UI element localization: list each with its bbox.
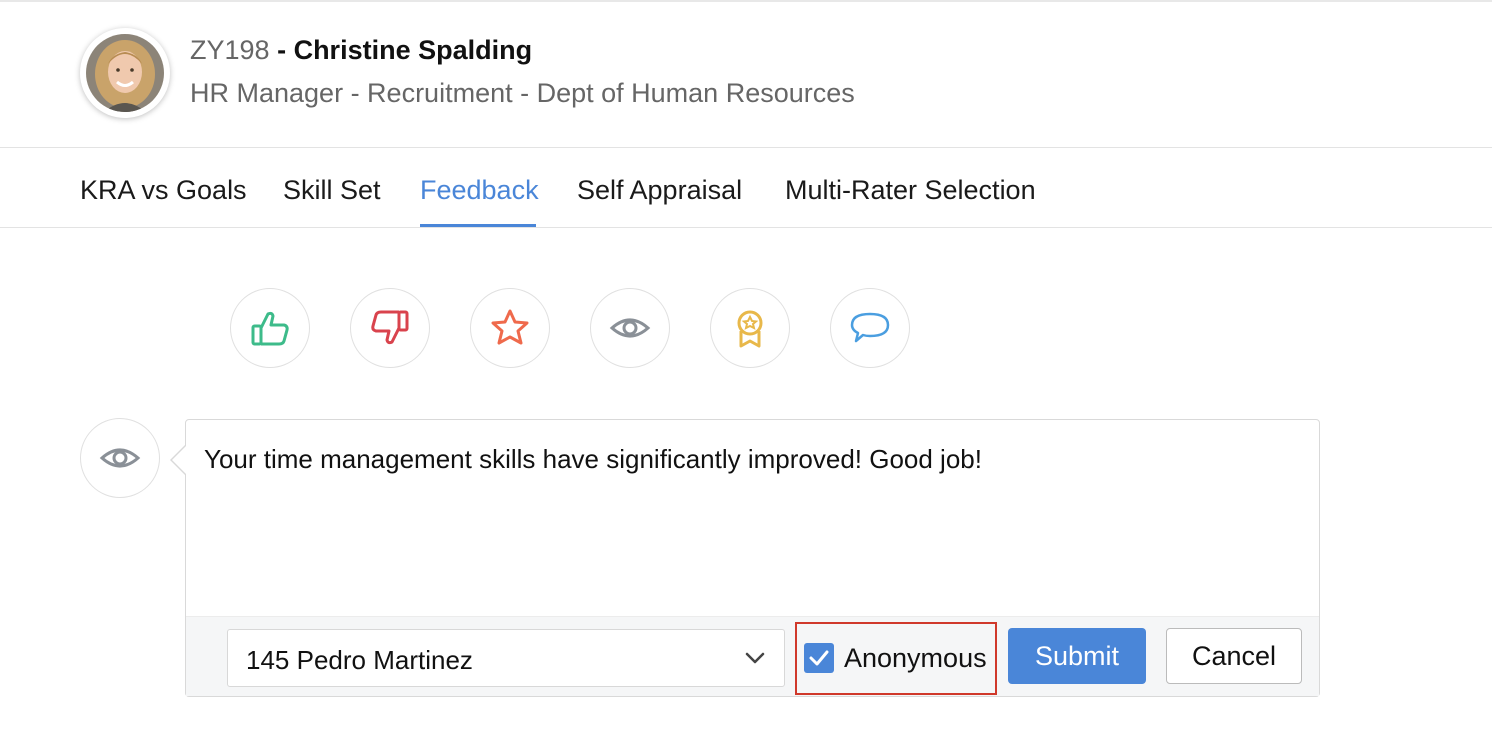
employee-role: HR Manager - Recruitment - Dept of Human…: [190, 78, 855, 108]
tab-skill-set[interactable]: Skill Set: [283, 172, 381, 208]
anonymous-label[interactable]: Anonymous: [844, 641, 987, 675]
feedback-type-criticism[interactable]: [350, 288, 430, 368]
feedback-type-award[interactable]: [710, 288, 790, 368]
tab-multi-rater-selection[interactable]: Multi-Rater Selection: [785, 172, 1036, 208]
thumbs-down-icon: [371, 310, 409, 345]
feedback-type-observation[interactable]: [590, 288, 670, 368]
checkmark-icon: [809, 650, 829, 666]
comment-icon: [850, 312, 890, 343]
eye-icon: [99, 448, 141, 468]
feedback-type-praise[interactable]: [230, 288, 310, 368]
thumbs-up-icon: [251, 311, 289, 346]
employee-id: ZY198: [190, 35, 270, 65]
submit-button[interactable]: Submit: [1008, 628, 1146, 684]
award-icon: [737, 310, 763, 348]
employee-title: ZY198 - Christine Spalding: [190, 32, 532, 68]
recipient-select-value: 145 Pedro Martinez: [246, 645, 473, 675]
employee-header: ZY198 - Christine Spalding HR Manager - …: [0, 2, 1492, 148]
avatar-photo: [86, 34, 164, 112]
tab-self-appraisal[interactable]: Self Appraisal: [577, 172, 742, 208]
feedback-type-comment[interactable]: [830, 288, 910, 368]
feedback-textarea[interactable]: Your time management skills have signifi…: [204, 440, 1294, 600]
eye-icon: [609, 318, 651, 338]
tab-kra-vs-goals[interactable]: KRA vs Goals: [80, 172, 247, 208]
selected-feedback-type: [80, 418, 160, 498]
active-tab-indicator: [420, 224, 536, 227]
star-icon: [491, 309, 529, 345]
tab-feedback[interactable]: Feedback: [420, 172, 539, 208]
chevron-down-icon: [745, 652, 765, 664]
tab-bar: KRA vs Goals Skill Set Feedback Self App…: [0, 148, 1492, 228]
cancel-button[interactable]: Cancel: [1166, 628, 1302, 684]
feedback-type-star[interactable]: [470, 288, 550, 368]
feedback-box-pointer-fill: [172, 445, 187, 475]
anonymous-checkbox[interactable]: [804, 643, 834, 673]
avatar: [80, 28, 170, 118]
recipient-select[interactable]: 145 Pedro Martinez: [227, 629, 785, 687]
employee-name: - Christine Spalding: [277, 35, 533, 65]
